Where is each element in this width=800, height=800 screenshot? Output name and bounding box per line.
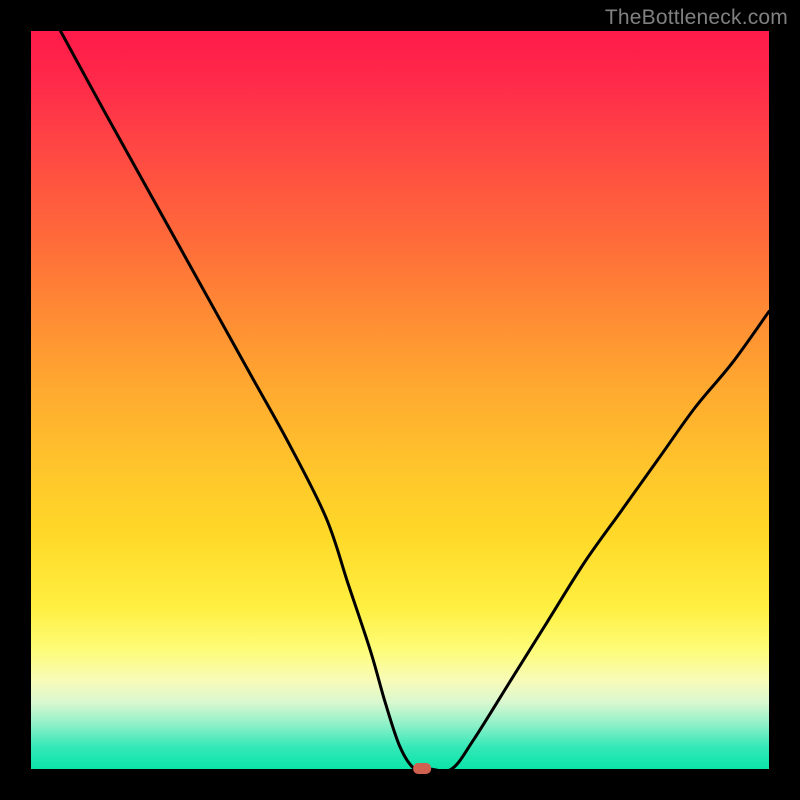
plot-area	[31, 31, 769, 769]
watermark-label: TheBottleneck.com	[605, 6, 788, 30]
marker-icon	[413, 763, 431, 774]
bottleneck-curve	[31, 31, 769, 769]
curve-path	[61, 31, 769, 771]
chart-frame: TheBottleneck.com	[0, 0, 800, 800]
